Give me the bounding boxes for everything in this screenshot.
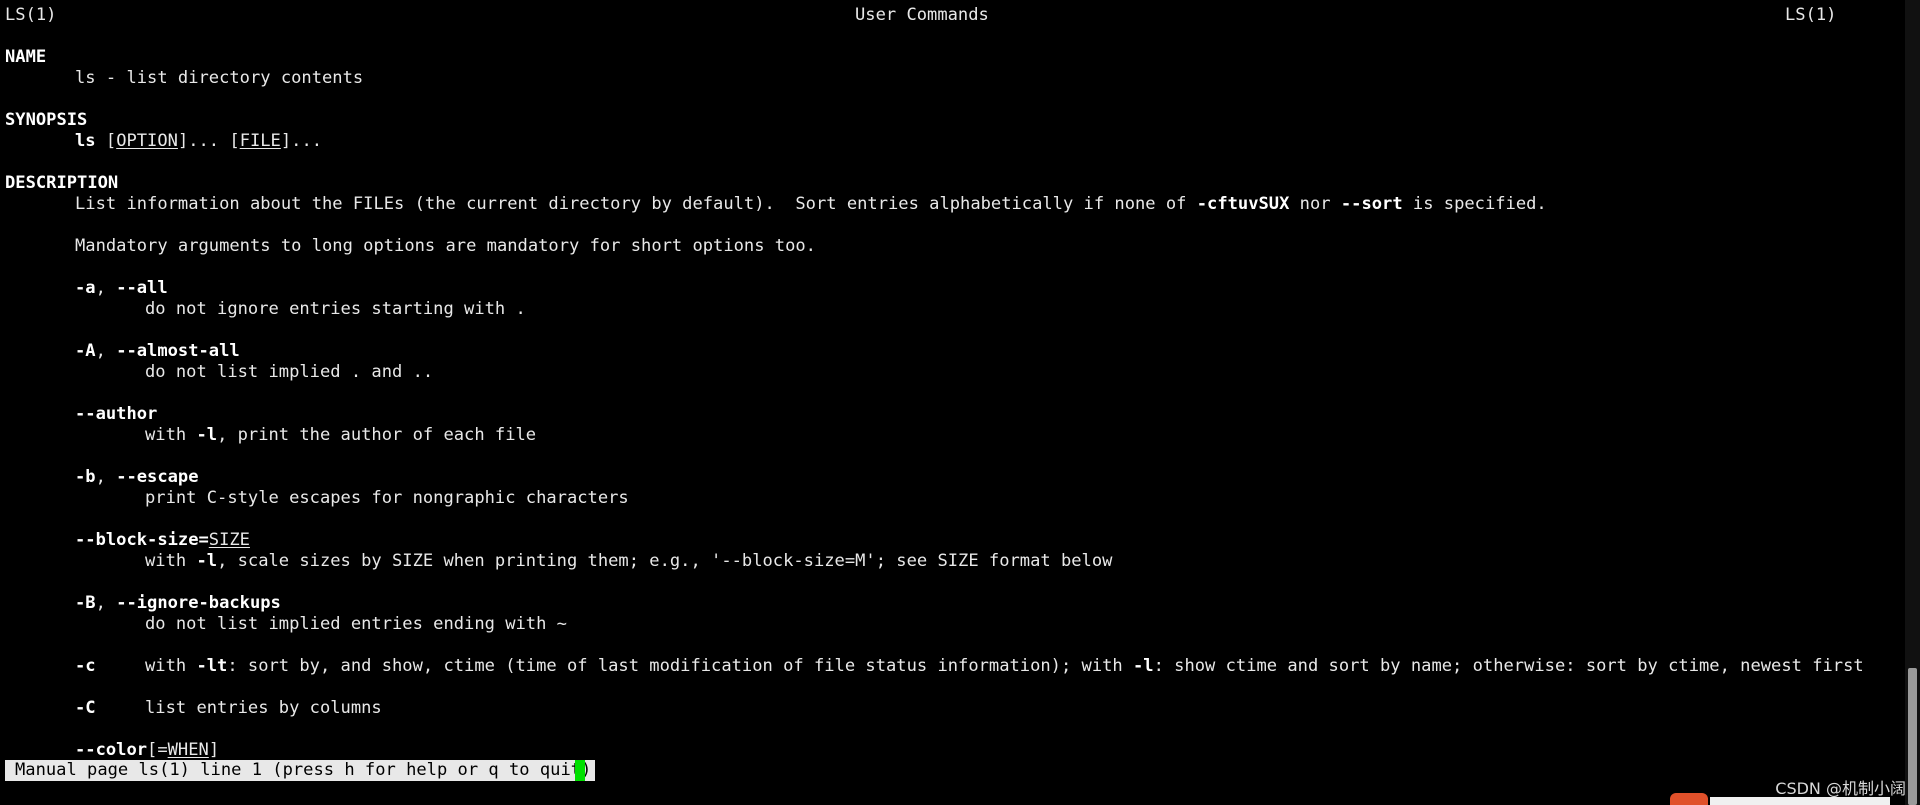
description-text: with bbox=[145, 425, 197, 445]
synopsis-ellipsis: ]... bbox=[280, 131, 323, 151]
option-short-flag: -c bbox=[75, 656, 96, 676]
option-long-flag: --all bbox=[116, 278, 168, 298]
section-name-heading: NAME bbox=[5, 47, 47, 67]
description-text: list entries by columns bbox=[145, 698, 382, 718]
option-A: -A, --almost-all bbox=[75, 341, 240, 362]
option-argument: WHEN bbox=[167, 740, 209, 760]
description-line-1: List information about the FILEs (the cu… bbox=[75, 194, 1547, 215]
option-short-flag: -B bbox=[75, 593, 96, 613]
option-c: -c with -lt: sort by, and show, ctime (ti… bbox=[75, 656, 1864, 677]
option-separator: , bbox=[95, 593, 117, 613]
description-flag: -l bbox=[196, 551, 218, 571]
description-text: , scale sizes by SIZE when printing them… bbox=[217, 551, 1113, 571]
terminal-window[interactable]: LS(1) User Commands LS(1) NAME ls - list… bbox=[0, 0, 1905, 805]
option-b-description: print C-style escapes for nongraphic cha… bbox=[145, 488, 629, 508]
option-author: --author bbox=[75, 404, 158, 424]
synopsis-file-arg: FILE bbox=[239, 131, 281, 151]
description-text: with bbox=[145, 551, 197, 571]
taskbar-fragment-icon bbox=[1670, 793, 1708, 805]
option-C: -C list entries by columns bbox=[75, 698, 382, 719]
description-text: with bbox=[145, 656, 197, 676]
description-text: : sort by, and show, ctime (time of last… bbox=[227, 656, 1133, 676]
section-description-heading: DESCRIPTION bbox=[5, 173, 119, 193]
description-flag: -cftuvSUX bbox=[1196, 194, 1290, 214]
man-header-title: User Commands bbox=[855, 5, 989, 25]
option-B-description: do not list implied entries ending with … bbox=[145, 614, 567, 634]
option-A-description: do not list implied . and .. bbox=[145, 362, 434, 382]
description-flag: -l bbox=[196, 425, 218, 445]
option-block-size-description: with -l, scale sizes by SIZE when printi… bbox=[145, 551, 1112, 572]
option-short-flag: -b bbox=[75, 467, 96, 487]
vertical-scrollbar[interactable] bbox=[1905, 0, 1920, 805]
watermark-text: CSDN @机制小阔 bbox=[1775, 779, 1906, 798]
description-text: is specified. bbox=[1402, 194, 1547, 214]
option-a-description: do not ignore entries starting with . bbox=[145, 299, 526, 319]
pager-status-bar: Manual page ls(1) line 1 (press h for he… bbox=[5, 760, 596, 781]
option-a: -a, --all bbox=[75, 278, 168, 299]
option-separator: , bbox=[95, 467, 117, 487]
man-header-right: LS(1) bbox=[1785, 5, 1837, 25]
option-short-flag: -A bbox=[75, 341, 96, 361]
description-flag: --sort bbox=[1340, 194, 1403, 214]
description-text: List information about the FILEs (the cu… bbox=[75, 194, 1197, 214]
option-short-flag: -C bbox=[75, 698, 96, 718]
option-argument: SIZE bbox=[208, 530, 250, 550]
description-flag: -l bbox=[1132, 656, 1154, 676]
man-header-left: LS(1) bbox=[5, 5, 57, 25]
description-text: : show ctime and sort by name; otherwise… bbox=[1153, 656, 1864, 676]
description-text: , print the author of each file bbox=[217, 425, 537, 445]
option-B: -B, --ignore-backups bbox=[75, 593, 281, 614]
option-author-description: with -l, print the author of each file bbox=[145, 425, 536, 446]
description-line-2: Mandatory arguments to long options are … bbox=[75, 236, 816, 256]
description-text: nor bbox=[1289, 194, 1341, 214]
section-name-text: ls - list directory contents bbox=[75, 68, 364, 88]
option-bracket: ] bbox=[208, 740, 220, 760]
option-block-size: --block-size=SIZE bbox=[75, 530, 250, 551]
option-long-flag: --block-size= bbox=[75, 530, 209, 550]
synopsis-command: ls bbox=[75, 131, 96, 151]
option-b: -b, --escape bbox=[75, 467, 199, 488]
synopsis-option-arg: OPTION bbox=[116, 131, 178, 151]
option-long-flag: --ignore-backups bbox=[116, 593, 281, 613]
option-long-flag: --color bbox=[75, 740, 148, 760]
synopsis-separator: ]... [ bbox=[177, 131, 240, 151]
option-separator: , bbox=[95, 278, 117, 298]
option-long-flag: --almost-all bbox=[116, 341, 240, 361]
text-cursor bbox=[575, 760, 585, 781]
scrollbar-thumb[interactable] bbox=[1908, 668, 1917, 805]
synopsis-line: ls [OPTION]... [FILE]... bbox=[75, 131, 322, 152]
option-long-flag: --escape bbox=[116, 467, 199, 487]
option-short-flag: -a bbox=[75, 278, 96, 298]
option-color: --color[=WHEN] bbox=[75, 740, 219, 761]
option-separator: , bbox=[95, 341, 117, 361]
synopsis-bracket: [ bbox=[95, 131, 117, 151]
description-flag: -lt bbox=[196, 656, 228, 676]
section-synopsis-heading: SYNOPSIS bbox=[5, 110, 88, 130]
option-bracket: [= bbox=[147, 740, 168, 760]
